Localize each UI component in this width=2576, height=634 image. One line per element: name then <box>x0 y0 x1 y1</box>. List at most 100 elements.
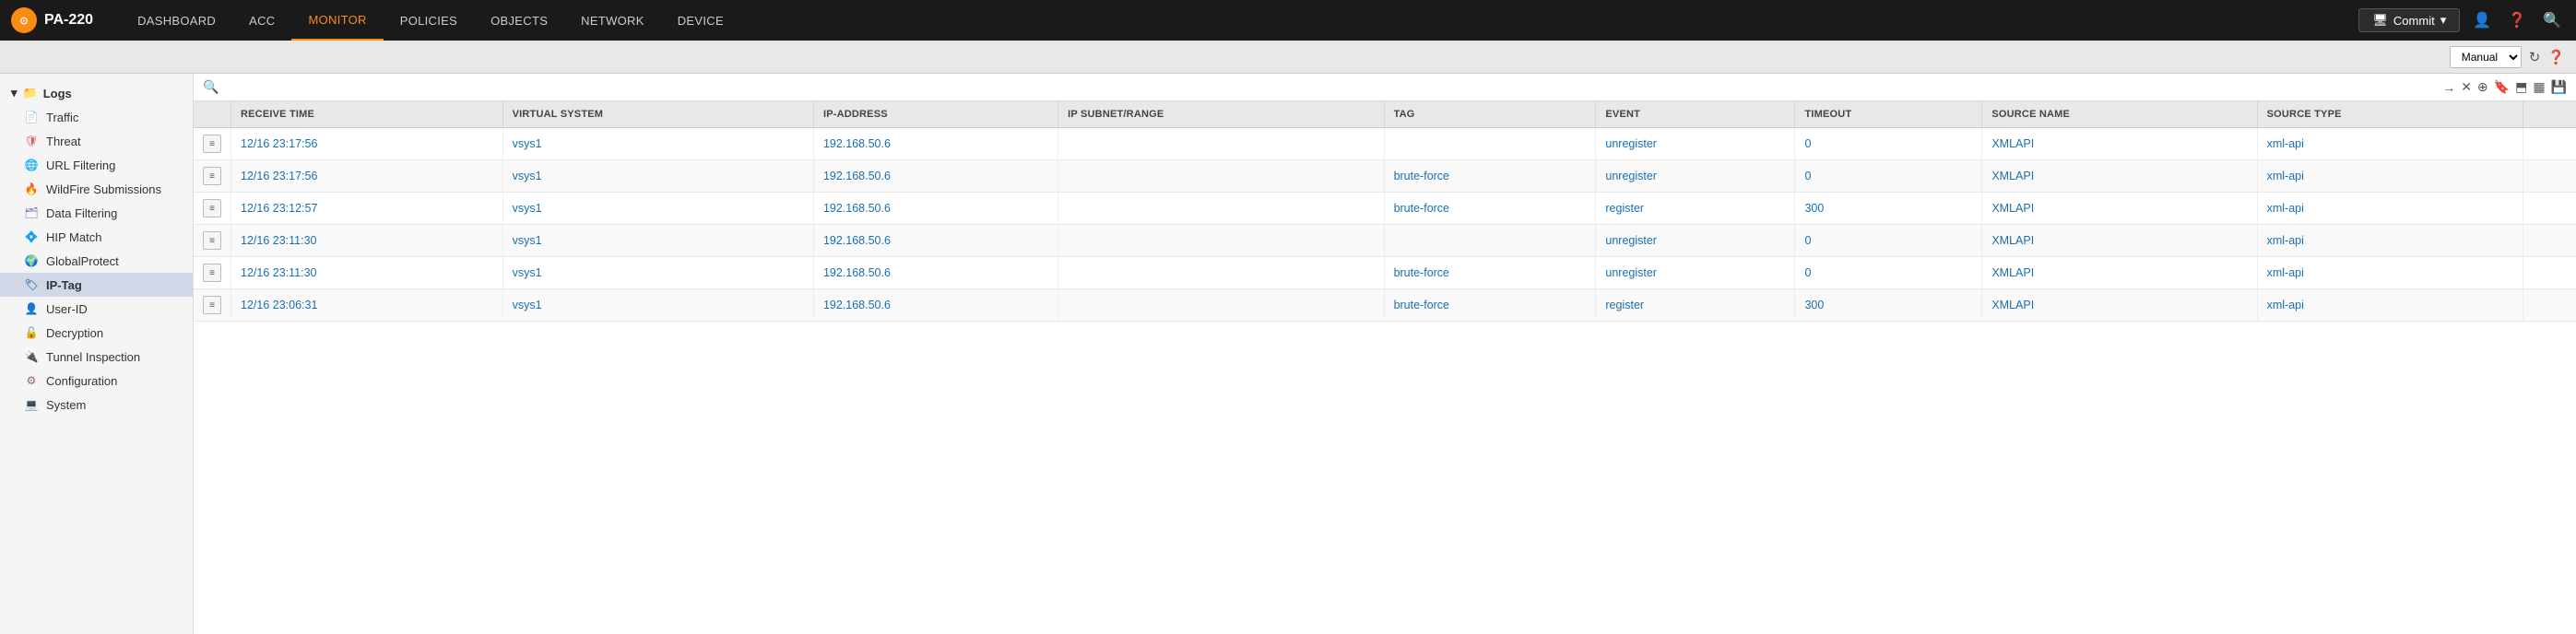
cell-tag: brute-force <box>1384 289 1596 322</box>
commit-button[interactable]: 🖥 Commit ▾ <box>2358 8 2460 32</box>
svg-text:⊙: ⊙ <box>19 16 28 27</box>
palo-alto-logo: ⊙ <box>15 11 33 29</box>
sidebar-item-system[interactable]: 💻 System <box>0 393 193 417</box>
cell-receive-time: 12/16 23:11:30 <box>231 257 503 289</box>
help-icon[interactable]: ❓ <box>2504 7 2530 33</box>
cell-receive-time: 12/16 23:12:57 <box>231 193 503 225</box>
user-icon[interactable]: 👤 <box>2469 7 2495 33</box>
add-filter-icon[interactable]: ⊕ <box>2477 79 2488 95</box>
bookmark-icon[interactable]: 🔖 <box>2494 79 2510 95</box>
cell-extra <box>2523 128 2576 160</box>
row-detail-icon[interactable]: ≡ <box>203 231 221 250</box>
row-detail-icon[interactable]: ≡ <box>203 199 221 217</box>
sidebar-item-globalprotect[interactable]: 🌍 GlobalProtect <box>0 249 193 273</box>
table-row[interactable]: ≡ 12/16 23:06:31 vsys1 192.168.50.6 brut… <box>194 289 2576 322</box>
sidebar-item-label-traffic: Traffic <box>46 111 78 124</box>
col-source-name[interactable]: SOURCE NAME <box>1982 101 2257 128</box>
row-detail-icon[interactable]: ≡ <box>203 167 221 185</box>
sidebar-item-hip-match[interactable]: 💠 HIP Match <box>0 225 193 249</box>
col-ip-subnet[interactable]: IP SUBNET/RANGE <box>1058 101 1384 128</box>
cell-ip-subnet <box>1058 225 1384 257</box>
table-row[interactable]: ≡ 12/16 23:12:57 vsys1 192.168.50.6 brut… <box>194 193 2576 225</box>
cell-source-type: xml-api <box>2257 193 2523 225</box>
row-icon-cell: ≡ <box>194 128 231 160</box>
col-receive-time[interactable]: RECEIVE TIME <box>231 101 503 128</box>
system-icon: 💻 <box>24 397 39 412</box>
sidebar-item-ip-tag[interactable]: 🏷 IP-Tag <box>0 273 193 297</box>
sidebar-item-data-filtering[interactable]: 🗂 Data Filtering <box>0 201 193 225</box>
log-table: RECEIVE TIME VIRTUAL SYSTEM IP-ADDRESS I… <box>194 101 2576 322</box>
table-row[interactable]: ≡ 12/16 23:11:30 vsys1 192.168.50.6 unre… <box>194 225 2576 257</box>
sidebar-item-user-id[interactable]: 👤 User-ID <box>0 297 193 321</box>
save-icon[interactable]: 💾 <box>2551 79 2567 95</box>
sidebar-item-threat[interactable]: 🛡 Threat <box>0 129 193 153</box>
cell-ip-subnet <box>1058 289 1384 322</box>
config-icon: ⚙ <box>24 373 39 388</box>
nav-item-dashboard[interactable]: DASHBOARD <box>121 0 232 41</box>
sidebar-section-label: Logs <box>43 87 72 100</box>
row-detail-icon[interactable]: ≡ <box>203 135 221 153</box>
row-detail-icon[interactable]: ≡ <box>203 296 221 314</box>
sidebar-item-tunnel[interactable]: 🔌 Tunnel Inspection <box>0 345 193 369</box>
auto-manual-select[interactable]: Manual Auto <box>2450 46 2522 68</box>
sidebar-item-label-gp: GlobalProtect <box>46 254 119 268</box>
search-icon-nav[interactable]: 🔍 <box>2539 7 2565 33</box>
sidebar-section-logs[interactable]: ▾ 📁 Logs <box>0 81 193 105</box>
row-detail-icon[interactable]: ≡ <box>203 264 221 282</box>
cell-source-name: XMLAPI <box>1982 160 2257 193</box>
sidebar-item-traffic[interactable]: 📄 Traffic <box>0 105 193 129</box>
cell-timeout: 300 <box>1795 193 1982 225</box>
nav-right: 🖥 Commit ▾ 👤 ❓ 🔍 <box>2358 7 2565 33</box>
row-icon-cell: ≡ <box>194 193 231 225</box>
cell-source-name: XMLAPI <box>1982 128 2257 160</box>
sidebar-item-configuration[interactable]: ⚙ Configuration <box>0 369 193 393</box>
nav-item-network[interactable]: NETWORK <box>564 0 661 41</box>
sidebar-item-url-filtering[interactable]: 🌐 URL Filtering <box>0 153 193 177</box>
table-row[interactable]: ≡ 12/16 23:11:30 vsys1 192.168.50.6 brut… <box>194 257 2576 289</box>
col-timeout[interactable]: TIMEOUT <box>1795 101 1982 128</box>
row-icon-cell: ≡ <box>194 289 231 322</box>
sidebar-item-wildfire[interactable]: 🔥 WildFire Submissions <box>0 177 193 201</box>
cell-ip-subnet <box>1058 128 1384 160</box>
sidebar-item-decryption[interactable]: 🔓 Decryption <box>0 321 193 345</box>
col-event[interactable]: EVENT <box>1596 101 1795 128</box>
search-input[interactable] <box>224 80 2437 94</box>
col-source-type[interactable]: SOURCE TYPE <box>2257 101 2523 128</box>
nav-item-device[interactable]: DEVICE <box>661 0 740 41</box>
forward-icon[interactable]: → <box>2442 80 2455 95</box>
nav-item-monitor[interactable]: MONITOR <box>291 0 383 41</box>
cell-timeout: 0 <box>1795 225 1982 257</box>
col-virtual-system[interactable]: VIRTUAL SYSTEM <box>502 101 813 128</box>
top-nav: ⊙ PA-220 DASHBOARD ACC MONITOR POLICIES … <box>0 0 2576 41</box>
search-actions: → ✕ ⊕ 🔖 ⬒ ▦ 💾 <box>2442 79 2567 95</box>
cell-extra <box>2523 193 2576 225</box>
col-tag[interactable]: TAG <box>1384 101 1596 128</box>
table-area: RECEIVE TIME VIRTUAL SYSTEM IP-ADDRESS I… <box>194 101 2576 634</box>
help-sub-icon[interactable]: ❓ <box>2547 49 2565 65</box>
table-row[interactable]: ≡ 12/16 23:17:56 vsys1 192.168.50.6 brut… <box>194 160 2576 193</box>
export-icon[interactable]: ⬒ <box>2515 79 2527 95</box>
refresh-icon[interactable]: ↻ <box>2529 49 2541 65</box>
cell-extra <box>2523 257 2576 289</box>
row-icon-cell: ≡ <box>194 257 231 289</box>
row-icon-cell: ≡ <box>194 160 231 193</box>
data-filtering-icon: 🗂 <box>24 205 39 220</box>
table-row[interactable]: ≡ 12/16 23:17:56 vsys1 192.168.50.6 unre… <box>194 128 2576 160</box>
cell-tag: brute-force <box>1384 257 1596 289</box>
table-body: ≡ 12/16 23:17:56 vsys1 192.168.50.6 unre… <box>194 128 2576 322</box>
sidebar-item-label-tunnel: Tunnel Inspection <box>46 350 140 364</box>
nav-item-policies[interactable]: POLICIES <box>384 0 474 41</box>
sidebar-item-label-uid: User-ID <box>46 302 88 316</box>
clear-search-icon[interactable]: ✕ <box>2461 79 2472 95</box>
threat-icon: 🛡 <box>24 134 39 148</box>
nav-item-objects[interactable]: OBJECTS <box>474 0 564 41</box>
cell-timeout: 0 <box>1795 257 1982 289</box>
cell-source-name: XMLAPI <box>1982 257 2257 289</box>
search-bar: 🔍 → ✕ ⊕ 🔖 ⬒ ▦ 💾 <box>194 74 2576 101</box>
col-ip-address[interactable]: IP-ADDRESS <box>813 101 1058 128</box>
cell-event: unregister <box>1596 160 1795 193</box>
cell-tag <box>1384 128 1596 160</box>
column-settings-icon[interactable]: ▦ <box>2533 79 2545 95</box>
cell-tag: brute-force <box>1384 160 1596 193</box>
nav-item-acc[interactable]: ACC <box>232 0 291 41</box>
